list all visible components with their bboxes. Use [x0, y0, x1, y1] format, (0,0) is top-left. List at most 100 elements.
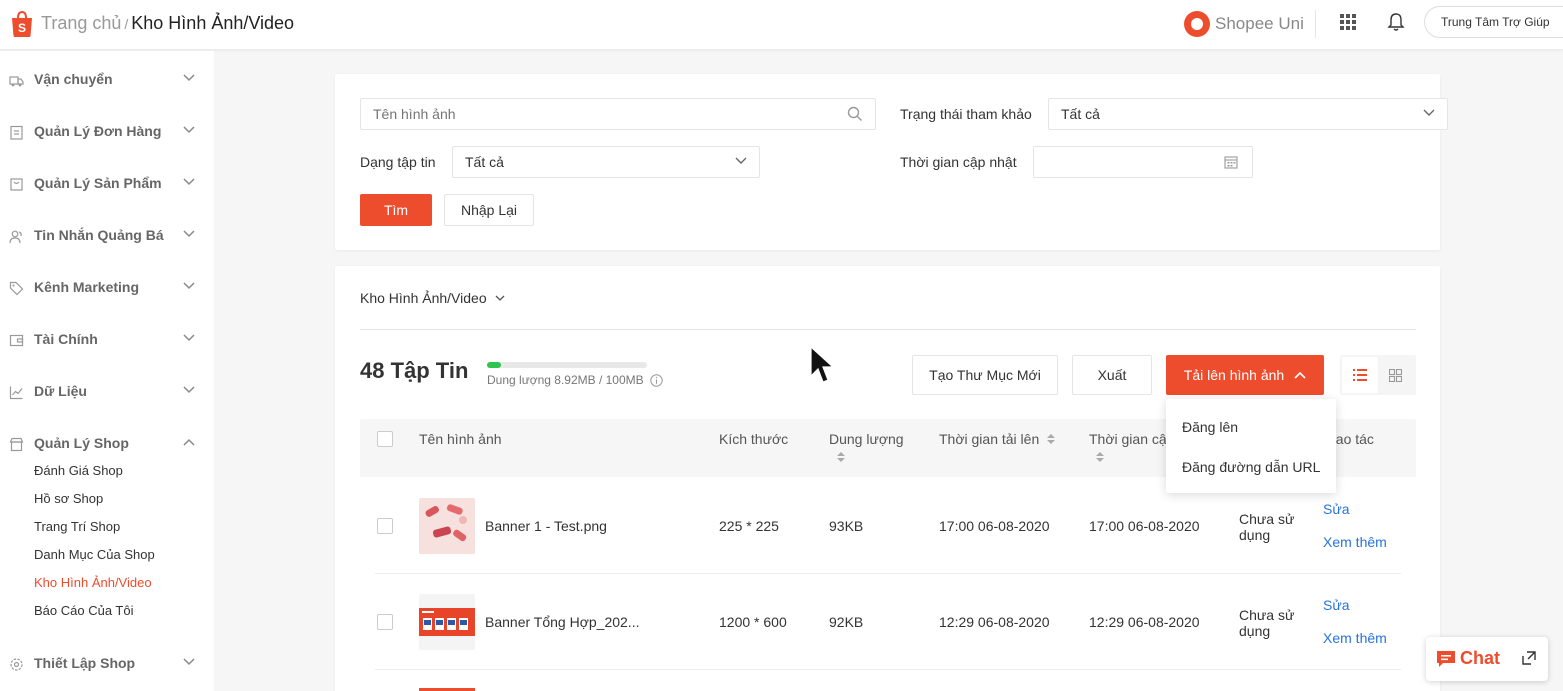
sidebar-item-shipping[interactable]: Vận chuyển — [0, 65, 214, 95]
upload-image-label: Tải lên hình ảnh — [1183, 367, 1285, 383]
image-name-search-input[interactable] — [360, 98, 876, 130]
column-header-filesize[interactable]: Dung lượng — [829, 431, 904, 447]
chevron-down-icon — [183, 74, 195, 82]
row-checkbox[interactable] — [377, 518, 393, 534]
wallet-icon — [9, 334, 24, 347]
usage-status: Chưa sử dụng — [1239, 511, 1295, 543]
table-row: Banner Tổng Hợp_202... 1200 * 600 92KB 1… — [375, 574, 1401, 670]
create-folder-button[interactable]: Tạo Thư Mục Mới — [912, 355, 1058, 395]
users-icon — [9, 230, 22, 244]
image-filesize: 92KB — [829, 614, 864, 630]
sidebar-item-label: Quản Lý Sản Phẩm — [34, 175, 162, 191]
shopee-uni-link[interactable]: Shopee Uni — [1184, 11, 1304, 37]
sidebar-subitem-media-library[interactable]: Kho Hình Ảnh/Video — [34, 575, 152, 590]
help-center-button[interactable]: Trung Tâm Trợ Giúp — [1424, 6, 1563, 38]
search-button[interactable]: Tìm — [360, 194, 432, 226]
chart-icon — [9, 386, 23, 400]
gear-icon — [10, 658, 23, 671]
bell-icon[interactable] — [1387, 12, 1405, 32]
chevron-down-icon — [183, 334, 195, 342]
sidebar-subitem-shop-decoration[interactable]: Trang Trí Shop — [34, 519, 120, 534]
storage-info: Dung lượng 8.92MB / 100MB — [487, 373, 663, 387]
storage-label: Dung lượng 8.92MB / 100MB — [487, 373, 644, 387]
sidebar-item-label: Quản Lý Đơn Hàng — [34, 123, 162, 139]
file-type-filter-select[interactable]: Tất cả — [452, 146, 760, 178]
view-toggle — [1340, 355, 1416, 395]
mouse-cursor-icon — [810, 346, 835, 383]
apps-grid-icon[interactable] — [1340, 14, 1356, 30]
chevron-down-icon — [183, 658, 195, 666]
upload-image-button[interactable]: Tải lên hình ảnh — [1166, 355, 1324, 395]
chevron-down-icon — [183, 126, 195, 134]
upload-time: 12:29 06-08-2020 — [939, 614, 1050, 630]
view-more-link[interactable]: Xem thêm — [1323, 630, 1387, 646]
grid-view-icon — [1389, 369, 1402, 382]
calendar-icon — [1224, 156, 1238, 169]
reset-button[interactable]: Nhập Lại — [444, 194, 534, 226]
status-filter-label: Trạng thái tham khảo — [900, 106, 1032, 122]
minimize-chat-icon[interactable] — [1522, 651, 1536, 665]
sidebar-subitem-shop-rating[interactable]: Đánh Giá Shop — [34, 463, 123, 478]
column-header-upload-time[interactable]: Thời gian tải lên — [939, 431, 1039, 447]
storage-progress-fill — [487, 362, 502, 368]
image-thumbnail[interactable] — [419, 594, 475, 650]
chat-widget[interactable]: Chat — [1426, 637, 1548, 681]
edit-link[interactable]: Sửa — [1323, 501, 1350, 517]
grid-view-button[interactable] — [1378, 357, 1414, 393]
sidebar-item-shop[interactable]: Quản Lý Shop — [0, 429, 214, 459]
sidebar-item-marketing[interactable]: Kênh Marketing — [0, 273, 214, 303]
update-time-filter-label: Thời gian cập nhật — [900, 154, 1017, 170]
sidebar-item-broadcast[interactable]: Tin Nhắn Quảng Bá — [0, 221, 214, 251]
info-icon[interactable] — [649, 373, 663, 387]
export-button[interactable]: Xuất — [1072, 355, 1152, 395]
sidebar-item-products[interactable]: Quản Lý Sản Phẩm — [0, 169, 214, 199]
sidebar-subitem-my-reports[interactable]: Báo Cáo Của Tôi — [34, 603, 134, 618]
chevron-down-icon — [495, 295, 505, 301]
storage-progress-bar — [487, 362, 647, 368]
upload-file-option[interactable]: Đăng lên — [1182, 419, 1238, 435]
clipboard-icon — [10, 125, 23, 140]
column-header-name: Tên hình ảnh — [419, 431, 502, 447]
list-view-icon — [1353, 369, 1367, 381]
list-view-button[interactable] — [1342, 357, 1378, 393]
folder-selector[interactable]: Kho Hình Ảnh/Video — [360, 290, 505, 306]
sidebar-item-data[interactable]: Dữ Liệu — [0, 377, 214, 407]
shopee-logo-icon[interactable]: S — [10, 10, 34, 38]
chevron-down-icon — [1423, 109, 1435, 116]
chevron-up-icon — [183, 438, 195, 446]
sidebar-item-shop-settings[interactable]: Thiết Lập Shop — [0, 649, 214, 679]
view-more-link[interactable]: Xem thêm — [1323, 534, 1387, 550]
sidebar-item-label: Kênh Marketing — [34, 279, 140, 295]
edit-link[interactable]: Sửa — [1323, 597, 1350, 613]
sidebar-item-finance[interactable]: Tài Chính — [0, 325, 214, 355]
update-time-date-picker[interactable] — [1033, 146, 1253, 178]
image-name: Banner 1 - Test.png — [485, 518, 607, 534]
sidebar-item-label: Vận chuyển — [34, 71, 113, 87]
sidebar-item-orders[interactable]: Quản Lý Đơn Hàng — [0, 117, 214, 147]
upload-url-option[interactable]: Đăng đường dẫn URL — [1182, 459, 1320, 475]
tag-icon — [9, 281, 24, 296]
column-header-update-time[interactable]: Thời gian cậ — [1089, 431, 1167, 447]
chevron-down-icon — [735, 157, 747, 164]
image-thumbnail[interactable] — [419, 498, 475, 554]
update-time: 12:29 06-08-2020 — [1089, 614, 1200, 630]
select-all-checkbox[interactable] — [377, 431, 393, 447]
status-filter-select[interactable]: Tất cả — [1048, 98, 1448, 130]
sidebar-subitem-shop-profile[interactable]: Hồ sơ Shop — [34, 491, 103, 506]
sidebar-item-label: Tin Nhắn Quảng Bá — [34, 227, 164, 243]
section-divider — [360, 329, 1416, 330]
file-type-filter-value: Tất cả — [465, 154, 504, 170]
sidebar: Vận chuyển Quản Lý Đơn Hàng Quản Lý Sản … — [0, 51, 214, 691]
search-icon[interactable] — [847, 106, 863, 122]
svg-text:S: S — [18, 21, 26, 35]
column-header-dimensions: Kích thước — [719, 431, 789, 447]
image-name: Banner Tổng Hợp_202... — [485, 614, 640, 630]
breadcrumb-home-link[interactable]: Trang chủ — [41, 13, 121, 33]
chevron-up-icon — [1294, 371, 1306, 379]
breadcrumb: Trang chủ / Kho Hình Ảnh/Video — [41, 13, 294, 34]
chevron-down-icon — [183, 282, 195, 290]
upload-time: 17:00 06-08-2020 — [939, 518, 1050, 534]
bag-icon — [10, 178, 23, 191]
sidebar-subitem-shop-categories[interactable]: Danh Mục Của Shop — [34, 547, 155, 562]
row-checkbox[interactable] — [377, 614, 393, 630]
